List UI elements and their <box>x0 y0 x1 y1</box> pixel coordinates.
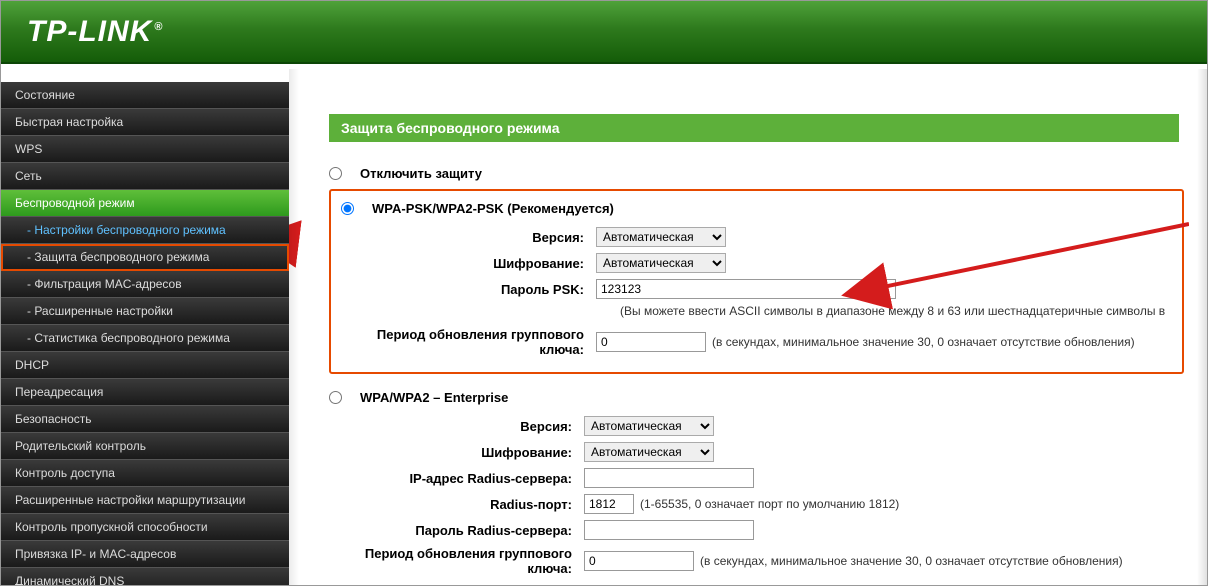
sidebar-item-8[interactable]: - Расширенные настройки <box>1 298 289 325</box>
select-ent-version[interactable]: Автоматическая <box>584 416 714 436</box>
sidebar-item-15[interactable]: Расширенные настройки маршрутизации <box>1 487 289 514</box>
sidebar-item-17[interactable]: Привязка IP- и MAC-адресов <box>1 541 289 568</box>
radius-port-hint: (1-65535, 0 означает порт по умолчанию 1… <box>640 497 899 511</box>
sidebar-item-7[interactable]: - Фильтрация MAC-адресов <box>1 271 289 298</box>
sidebar-item-16[interactable]: Контроль пропускной способности <box>1 514 289 541</box>
label-ent-group-key: Период обновления группового ключа: <box>329 546 584 576</box>
sidebar: СостояниеБыстрая настройкаWPSСетьБеспров… <box>1 64 289 581</box>
label-version: Версия: <box>341 230 596 245</box>
sidebar-item-11[interactable]: Переадресация <box>1 379 289 406</box>
sidebar-item-18[interactable]: Динамический DNS <box>1 568 289 586</box>
option-disable-security[interactable]: Отключить защиту <box>329 160 1207 189</box>
wpa-psk-highlight-box: WPA-PSK/WPA2-PSK (Рекомендуется) Версия:… <box>329 189 1184 374</box>
sidebar-item-1[interactable]: Быстрая настройка <box>1 109 289 136</box>
content-area: Защита беспроводного режима Отключить за… <box>289 64 1207 581</box>
wpa-ent-title: WPA/WPA2 – Enterprise <box>360 390 508 405</box>
sidebar-item-14[interactable]: Контроль доступа <box>1 460 289 487</box>
page-title: Защита беспроводного режима <box>329 114 1179 142</box>
sidebar-item-12[interactable]: Безопасность <box>1 406 289 433</box>
sidebar-item-10[interactable]: DHCP <box>1 352 289 379</box>
select-ent-encryption[interactable]: Автоматическая <box>584 442 714 462</box>
radio-wpa-enterprise[interactable] <box>329 391 342 404</box>
radio-disable[interactable] <box>329 167 342 180</box>
sidebar-item-9[interactable]: - Статистика беспроводного режима <box>1 325 289 352</box>
input-radius-pass[interactable] <box>584 520 754 540</box>
option-wpa-psk[interactable]: WPA-PSK/WPA2-PSK (Рекомендуется) <box>341 201 1172 224</box>
label-radius-ip: IP-адрес Radius-сервера: <box>329 471 584 486</box>
input-radius-ip[interactable] <box>584 468 754 488</box>
select-version[interactable]: Автоматическая <box>596 227 726 247</box>
radio-wpa-psk[interactable] <box>341 202 354 215</box>
brand-logo: TP-LINK® <box>27 15 163 49</box>
input-psk-password[interactable] <box>596 279 896 299</box>
sidebar-item-0[interactable]: Состояние <box>1 82 289 109</box>
sidebar-item-3[interactable]: Сеть <box>1 163 289 190</box>
input-group-key[interactable] <box>596 332 706 352</box>
label-ent-encryption: Шифрование: <box>329 445 584 460</box>
shadow-right <box>1197 69 1207 585</box>
psk-hint: (Вы можете ввести ASCII символы в диапаз… <box>620 304 1172 318</box>
label-psk-password: Пароль PSK: <box>341 282 596 297</box>
input-ent-group-key[interactable] <box>584 551 694 571</box>
label-radius-pass: Пароль Radius-сервера: <box>329 523 584 538</box>
header: TP-LINK® <box>1 1 1207 64</box>
option-wpa-enterprise[interactable]: WPA/WPA2 – Enterprise <box>329 384 1207 413</box>
input-radius-port[interactable] <box>584 494 634 514</box>
label-encryption: Шифрование: <box>341 256 596 271</box>
sidebar-item-13[interactable]: Родительский контроль <box>1 433 289 460</box>
ent-group-key-hint: (в секундах, минимальное значение 30, 0 … <box>700 554 1123 568</box>
sidebar-item-5[interactable]: - Настройки беспроводного режима <box>1 217 289 244</box>
group-key-hint: (в секундах, минимальное значение 30, 0 … <box>712 335 1135 349</box>
sidebar-item-6[interactable]: - Защита беспроводного режима <box>1 244 289 271</box>
sidebar-item-2[interactable]: WPS <box>1 136 289 163</box>
disable-label: Отключить защиту <box>360 166 482 181</box>
label-group-key: Период обновления группового ключа: <box>341 327 596 357</box>
label-ent-version: Версия: <box>329 419 584 434</box>
sidebar-item-4[interactable]: Беспроводной режим <box>1 190 289 217</box>
shadow-divider <box>289 69 299 585</box>
select-encryption[interactable]: Автоматическая <box>596 253 726 273</box>
wpa-psk-title: WPA-PSK/WPA2-PSK (Рекомендуется) <box>372 201 614 216</box>
label-radius-port: Radius-порт: <box>329 497 584 512</box>
